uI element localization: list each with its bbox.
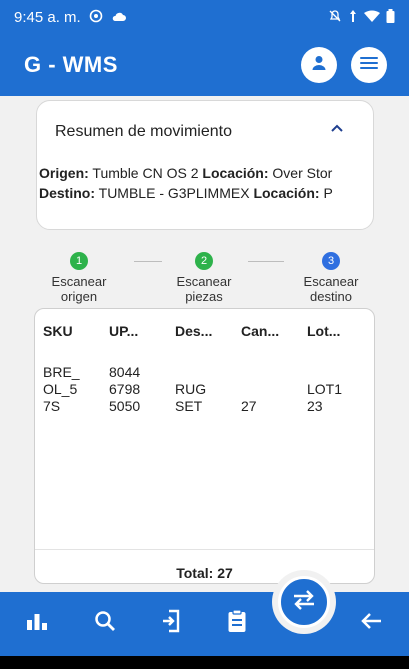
destination-line: Destino: TUMBLE - G3PLIMMEX Locación: P	[39, 185, 333, 201]
nav-move[interactable]	[156, 608, 186, 638]
menu-button[interactable]	[351, 47, 387, 83]
exit-to-app-icon	[161, 609, 181, 638]
destination-location-label: Locación:	[253, 185, 320, 201]
table-footer-divider	[35, 549, 374, 550]
status-bar: 9:45 a. m.	[0, 0, 409, 34]
summary-title: Resumen de movimiento	[55, 123, 232, 140]
swap-horizontal-icon	[291, 589, 317, 616]
step-number: 1	[70, 252, 88, 270]
system-nav-strip	[0, 656, 409, 669]
nav-back[interactable]	[356, 608, 386, 638]
cell-sku: BRE_ OL_5 7S	[43, 364, 80, 414]
column-header-upc[interactable]: UP...	[109, 323, 138, 339]
origin-location-value: Over Stor	[272, 165, 333, 181]
step-label: Escanear	[303, 274, 359, 289]
movement-summary-card: Resumen de movimiento Origen: Tumble CN …	[36, 100, 374, 230]
destination-value: TUMBLE - G3PLIMMEX	[98, 185, 250, 201]
column-header-lot[interactable]: Lot...	[307, 323, 340, 339]
battery-icon	[386, 9, 395, 25]
wifi-icon	[364, 10, 380, 24]
cloud-icon	[111, 10, 127, 24]
origin-value: Tumble CN OS 2	[92, 165, 199, 181]
step-number: 2	[195, 252, 213, 270]
collapse-button[interactable]	[327, 119, 347, 139]
step-number: 3	[322, 252, 340, 270]
column-header-sku[interactable]: SKU	[43, 323, 73, 339]
signal-icon	[348, 9, 358, 25]
clipboard-icon	[227, 608, 247, 638]
menu-icon	[360, 56, 378, 75]
progress-stepper: 1 Escanear origen 2 Escanear piezas 3 Es…	[0, 252, 409, 308]
step-label: Escanear	[51, 274, 107, 289]
back-arrow-icon	[360, 611, 382, 636]
step-label: origen	[60, 289, 98, 304]
chevron-up-icon	[327, 124, 347, 143]
destination-label: Destino:	[39, 185, 95, 201]
app-bar: G - WMS	[0, 34, 409, 96]
whatsapp-icon	[89, 9, 103, 25]
nav-reports[interactable]	[22, 608, 52, 638]
stepper-connector	[134, 261, 162, 262]
step-label: destino	[310, 289, 352, 304]
destination-location-value: P	[323, 185, 333, 201]
cell-description: RUG SET	[175, 381, 207, 414]
column-header-quantity[interactable]: Can...	[241, 323, 279, 339]
step-destination: 3 Escanear destino	[286, 252, 376, 304]
bottom-nav	[0, 570, 409, 656]
items-table[interactable]: SKU UP... Des... Can... Lot... BRE_ OL_5…	[34, 308, 375, 584]
step-origin: 1 Escanear origen	[34, 252, 124, 304]
origin-location-label: Locación:	[202, 165, 269, 181]
cell-quantity: 27	[241, 398, 257, 414]
app-title: G - WMS	[24, 52, 118, 77]
cell-upc: 8044 6798 5050	[109, 364, 141, 414]
notifications-off-icon	[328, 9, 342, 25]
nav-search[interactable]	[90, 608, 120, 638]
transfer-fab[interactable]	[278, 576, 330, 628]
stepper-connector	[248, 261, 284, 262]
origin-line: Origen: Tumble CN OS 2 Locación: Over St…	[39, 165, 332, 181]
status-time: 9:45 a. m.	[14, 8, 81, 26]
origin-label: Origen:	[39, 165, 89, 181]
step-pieces: 2 Escanear piezas	[159, 252, 249, 304]
search-icon	[94, 610, 116, 637]
column-header-description[interactable]: Des...	[175, 323, 212, 339]
profile-button[interactable]	[301, 47, 337, 83]
step-label: Escanear	[176, 274, 232, 289]
person-icon	[310, 54, 328, 77]
nav-tasks[interactable]	[222, 608, 252, 638]
bar-chart-icon	[26, 611, 48, 636]
cell-lot: LOT1 23	[307, 381, 343, 414]
step-label: piezas	[185, 289, 223, 304]
